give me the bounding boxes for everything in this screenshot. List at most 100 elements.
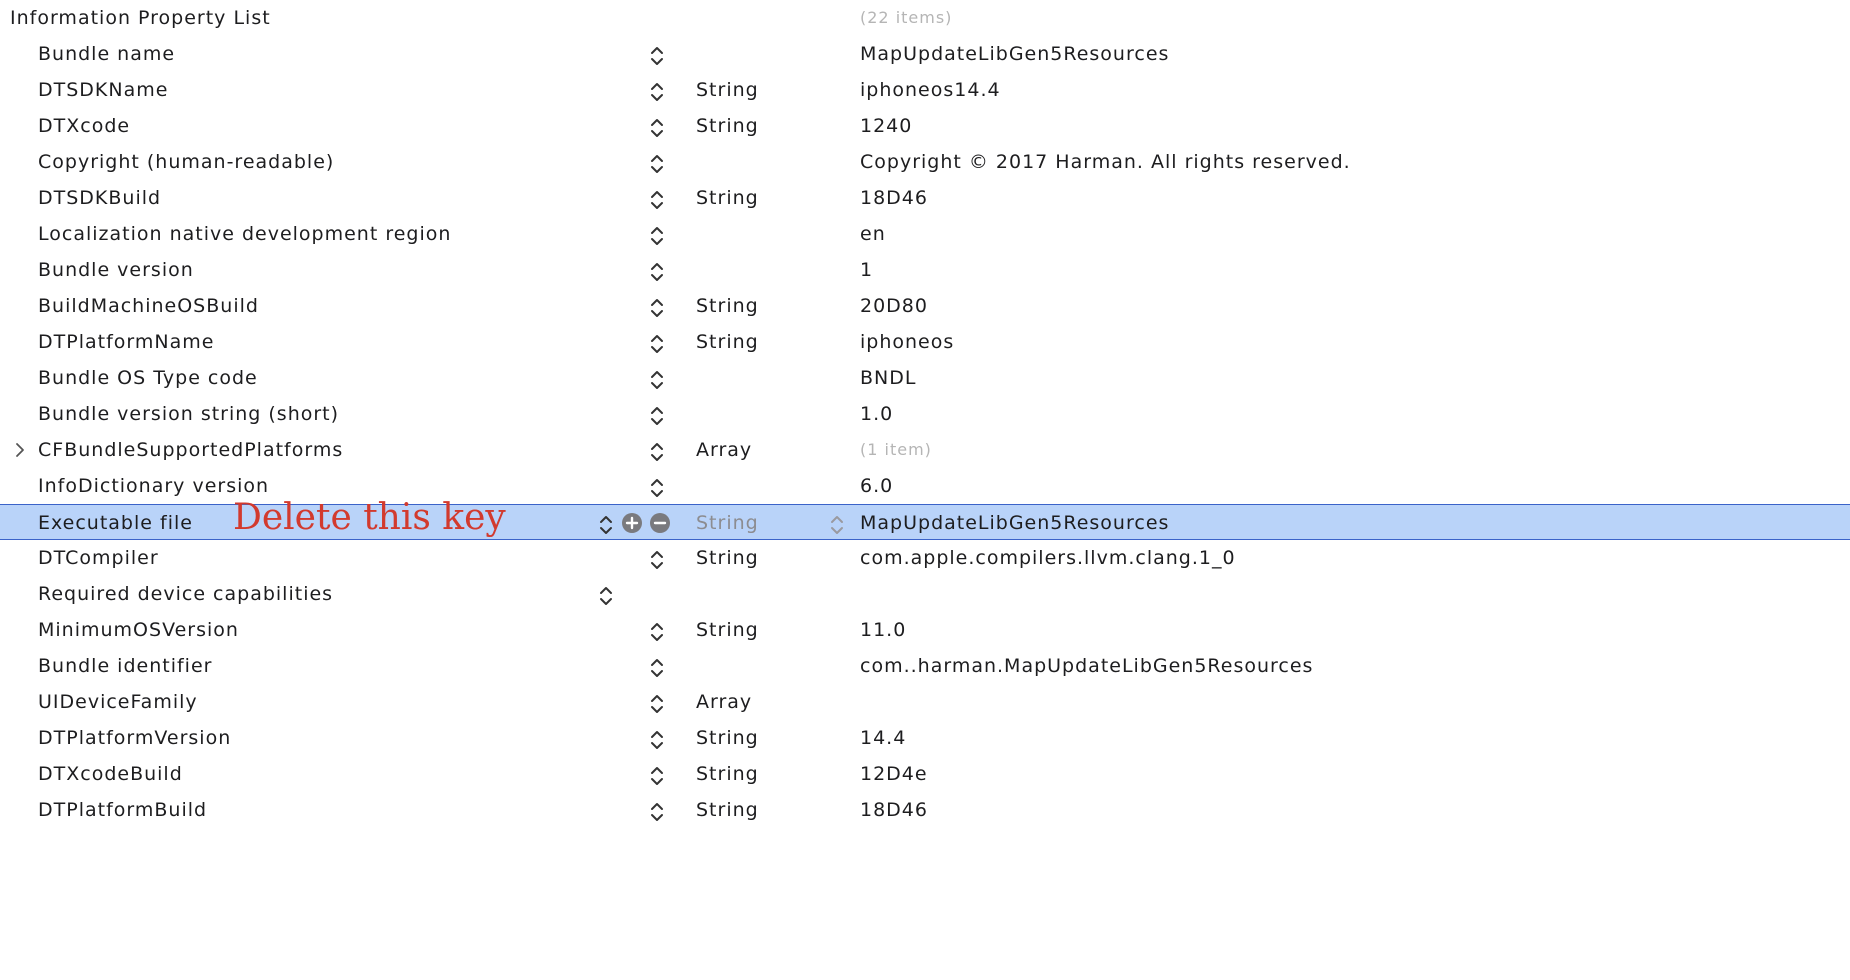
plist-row[interactable]: DTPlatformName String iphoneos <box>0 324 1850 360</box>
row-value[interactable]: Copyright © 2017 Harman. All rights rese… <box>860 144 1351 180</box>
row-value[interactable]: 11.0 <box>860 612 906 648</box>
row-key[interactable]: UIDeviceFamily <box>38 684 198 720</box>
row-key[interactable]: Required device capabilities <box>38 576 333 612</box>
plist-row[interactable]: DTXcode String 1240 <box>0 108 1850 144</box>
key-stepper-icon[interactable] <box>650 332 664 356</box>
key-stepper-icon[interactable] <box>650 260 664 284</box>
plist-row[interactable]: Bundle OS Type code BNDL <box>0 360 1850 396</box>
row-type[interactable]: String <box>696 720 759 756</box>
key-stepper-icon[interactable] <box>650 152 664 176</box>
key-stepper-icon[interactable] <box>650 476 664 500</box>
key-stepper-icon[interactable] <box>650 548 664 572</box>
key-stepper-icon[interactable] <box>650 80 664 104</box>
plist-row[interactable]: DTPlatformVersion String 14.4 <box>0 720 1850 756</box>
row-type[interactable]: Array <box>696 432 752 468</box>
row-type[interactable]: String <box>696 72 759 108</box>
plist-row[interactable]: DTPlatformBuild String 18D46 <box>0 792 1850 828</box>
row-value[interactable]: com..harman.MapUpdateLibGen5Resources <box>860 648 1313 684</box>
row-key[interactable]: Bundle version <box>38 252 194 288</box>
key-stepper-icon[interactable] <box>650 692 664 716</box>
row-value[interactable]: MapUpdateLibGen5Resources <box>860 36 1169 72</box>
plist-row[interactable]: DTSDKBuild String 18D46 <box>0 180 1850 216</box>
plist-row[interactable]: Bundle version 1 <box>0 252 1850 288</box>
plist-row[interactable]: Bundle identifier com..harman.MapUpdateLi… <box>0 648 1850 684</box>
row-key[interactable]: DTPlatformName <box>38 324 214 360</box>
plist-row[interactable]: Copyright (human-readable) Copyright © 20… <box>0 144 1850 180</box>
row-key[interactable]: Copyright (human-readable) <box>38 144 334 180</box>
plist-row[interactable]: Bundle version string (short) 1.0 <box>0 396 1850 432</box>
plist-root-row[interactable]: Information Property List (22 items) <box>0 0 1850 36</box>
row-type[interactable]: String <box>696 180 759 216</box>
row-key[interactable]: CFBundleSupportedPlatforms <box>38 432 343 468</box>
key-stepper-icon[interactable] <box>650 188 664 212</box>
key-stepper-icon[interactable] <box>650 764 664 788</box>
row-value[interactable]: 18D46 <box>860 792 928 828</box>
row-type[interactable]: String <box>696 108 759 144</box>
plist-row[interactable]: Required device capabilities <box>0 576 1850 612</box>
row-type[interactable]: Array <box>696 684 752 720</box>
row-value[interactable]: BNDL <box>860 360 916 396</box>
plist-row[interactable]: MinimumOSVersion String 11.0 <box>0 612 1850 648</box>
key-stepper-icon[interactable] <box>650 728 664 752</box>
remove-row-button[interactable] <box>650 513 670 533</box>
row-key[interactable]: DTSDKName <box>38 72 168 108</box>
type-stepper-icon[interactable] <box>830 513 844 537</box>
row-key[interactable]: DTCompiler <box>38 540 159 576</box>
row-value[interactable]: iphoneos <box>860 324 954 360</box>
key-stepper-icon[interactable] <box>650 368 664 392</box>
row-type[interactable]: String <box>696 505 759 541</box>
row-value[interactable]: com.apple.compilers.llvm.clang.1_0 <box>860 540 1236 576</box>
plist-row[interactable]: DTXcodeBuild String 12D4e <box>0 756 1850 792</box>
row-value[interactable]: MapUpdateLibGen5Resources <box>860 505 1169 541</box>
row-key[interactable]: Localization native development region <box>38 216 451 252</box>
key-stepper-icon[interactable] <box>650 224 664 248</box>
row-key[interactable]: Bundle version string (short) <box>38 396 339 432</box>
plist-row[interactable]: UIDeviceFamily Array <box>0 684 1850 720</box>
plist-row[interactable]: Localization native development region en <box>0 216 1850 252</box>
plist-row[interactable]: CFBundleSupportedPlatforms Array (1 item) <box>0 432 1850 468</box>
row-key[interactable]: Bundle identifier <box>38 648 212 684</box>
row-key[interactable]: DTXcode <box>38 108 130 144</box>
row-key[interactable]: DTPlatformBuild <box>38 792 207 828</box>
row-type[interactable]: String <box>696 612 759 648</box>
row-type[interactable]: String <box>696 324 759 360</box>
row-type[interactable]: String <box>696 540 759 576</box>
row-key[interactable]: Bundle OS Type code <box>38 360 258 396</box>
row-value[interactable]: 6.0 <box>860 468 893 504</box>
row-type[interactable]: String <box>696 756 759 792</box>
row-key[interactable]: DTXcodeBuild <box>38 756 183 792</box>
key-stepper-icon[interactable] <box>650 656 664 680</box>
row-value[interactable]: 14.4 <box>860 720 906 756</box>
row-value[interactable]: 20D80 <box>860 288 928 324</box>
row-value[interactable]: en <box>860 216 886 252</box>
row-value[interactable]: 12D4e <box>860 756 928 792</box>
key-stepper-icon[interactable] <box>599 513 613 537</box>
key-stepper-icon[interactable] <box>650 440 664 464</box>
row-key[interactable]: MinimumOSVersion <box>38 612 239 648</box>
key-stepper-icon[interactable] <box>599 584 613 608</box>
key-stepper-icon[interactable] <box>650 404 664 428</box>
row-value[interactable]: 1240 <box>860 108 912 144</box>
key-stepper-icon[interactable] <box>650 44 664 68</box>
row-value[interactable]: 18D46 <box>860 180 928 216</box>
key-stepper-icon[interactable] <box>650 800 664 824</box>
row-key[interactable]: BuildMachineOSBuild <box>38 288 259 324</box>
key-stepper-icon[interactable] <box>650 296 664 320</box>
row-type[interactable]: String <box>696 792 759 828</box>
row-type[interactable]: String <box>696 288 759 324</box>
row-key[interactable]: DTSDKBuild <box>38 180 161 216</box>
plist-row[interactable]: Bundle name MapUpdateLibGen5Resources <box>0 36 1850 72</box>
plist-row[interactable]: BuildMachineOSBuild String 20D80 <box>0 288 1850 324</box>
row-value[interactable]: iphoneos14.4 <box>860 72 1001 108</box>
row-key[interactable]: Executable file <box>38 505 193 541</box>
disclosure-chevron-icon[interactable] <box>14 442 26 458</box>
plist-row[interactable]: DTCompiler String com.apple.compilers.llvm… <box>0 540 1850 576</box>
plist-row[interactable]: DTSDKName String iphoneos14.4 <box>0 72 1850 108</box>
add-row-button[interactable] <box>622 513 642 533</box>
row-key[interactable]: Bundle name <box>38 36 175 72</box>
key-stepper-icon[interactable] <box>650 620 664 644</box>
key-stepper-icon[interactable] <box>650 116 664 140</box>
row-key[interactable]: DTPlatformVersion <box>38 720 231 756</box>
row-value[interactable]: 1 <box>860 252 873 288</box>
row-value[interactable]: 1.0 <box>860 396 893 432</box>
